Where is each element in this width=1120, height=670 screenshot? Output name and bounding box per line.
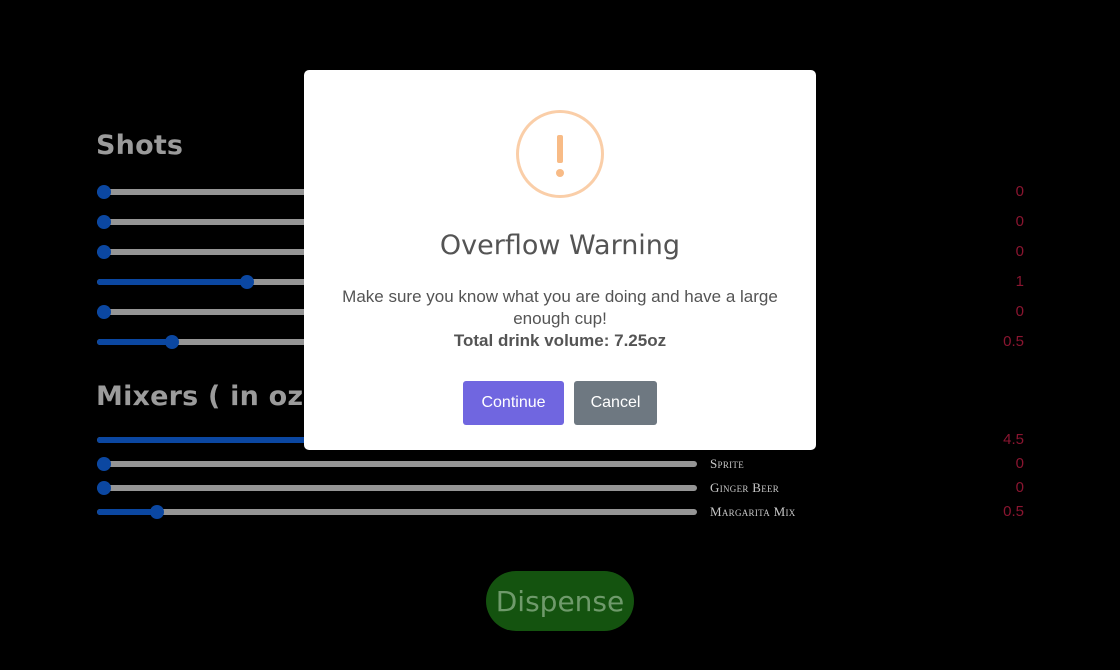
warning-icon-bar [557, 135, 563, 163]
warning-icon-dot [556, 169, 564, 177]
cancel-button[interactable]: Cancel [574, 381, 657, 425]
dialog-message-text: Make sure you know what you are doing an… [342, 287, 778, 328]
dialog-title: Overflow Warning [439, 230, 681, 261]
total-volume-text: Total drink volume: 7.25oz [453, 331, 667, 350]
continue-button[interactable]: Continue [463, 381, 564, 425]
dialog-message: Make sure you know what you are doing an… [332, 286, 788, 352]
overflow-warning-dialog: Overflow Warning Make sure you know what… [304, 70, 816, 450]
warning-icon [516, 110, 604, 198]
